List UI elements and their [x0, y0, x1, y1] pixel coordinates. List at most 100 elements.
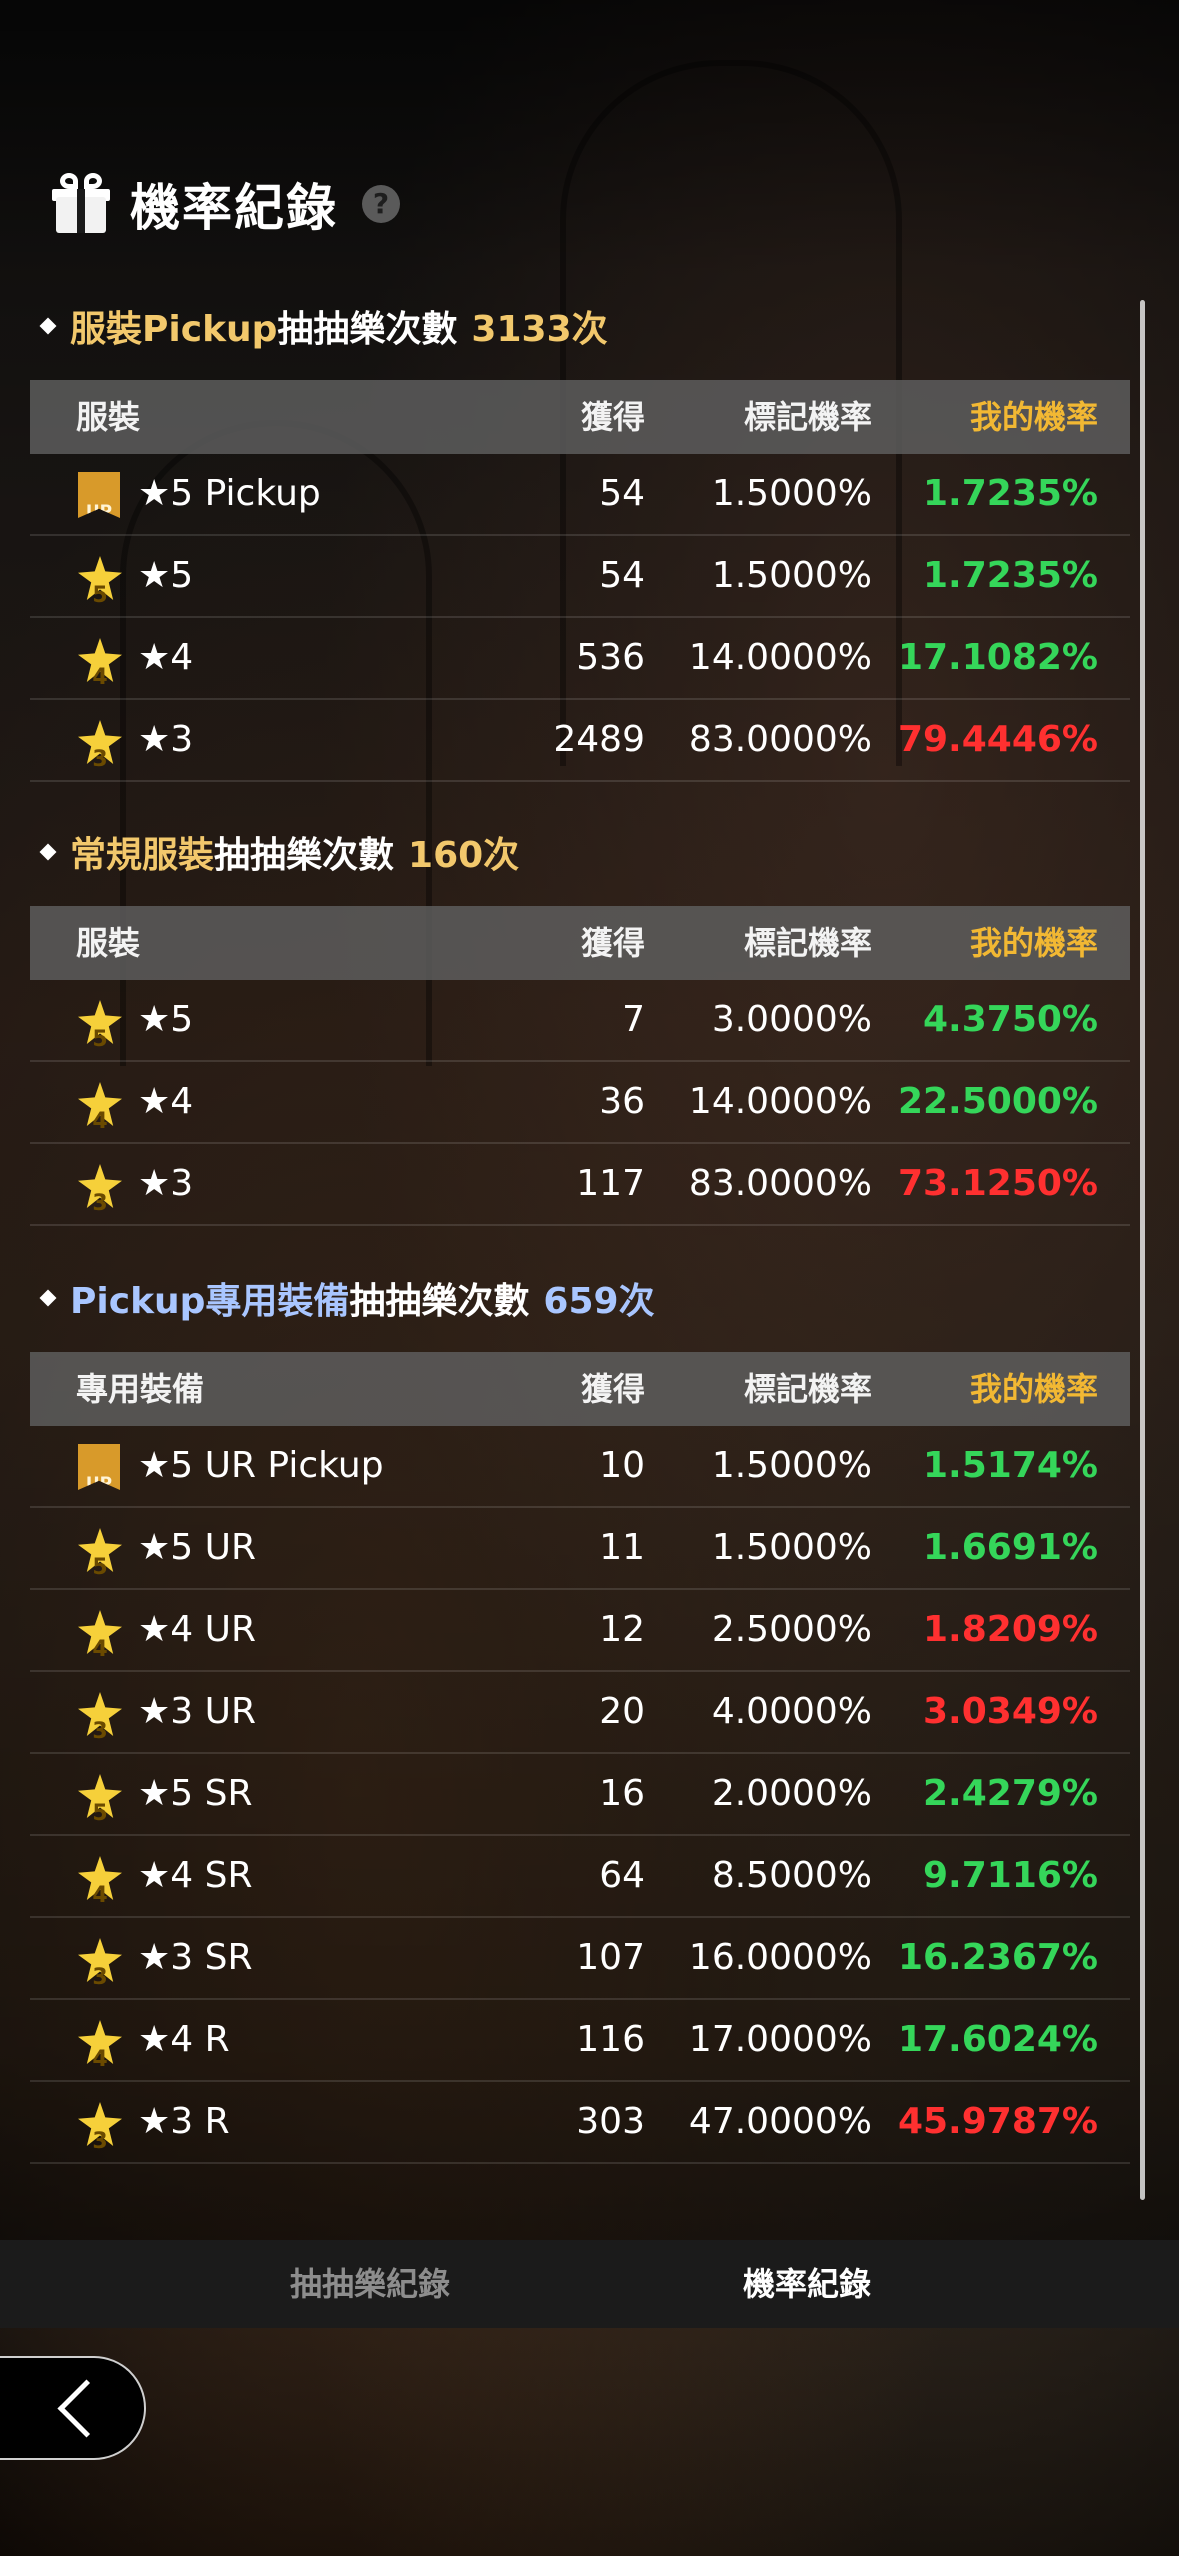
table-row: 4 ★4 R 116 17.0000% 17.6024% — [30, 2000, 1130, 2082]
probability-table: 服裝 獲得 標記機率 我的機率 UP ★5 Pickup 54 1.5000% 1.7235% 5… — [30, 380, 1130, 782]
page-header: 機率紀錄 ? — [50, 166, 400, 242]
my-rate-value: 1.5174% — [923, 1445, 1098, 1486]
my-rate-value: 1.8209% — [923, 1609, 1098, 1650]
section-title-highlight: 常規服裝 — [70, 835, 215, 876]
listed-rate-value: 2.0000% — [711, 1773, 872, 1814]
my-rate-value: 45.9787% — [897, 2101, 1098, 2142]
tab-probability-record[interactable]: 機率紀錄 — [743, 2240, 871, 2328]
column-header-obtained: 獲得 — [580, 924, 645, 962]
column-header-listed-rate: 標記機率 — [743, 924, 872, 962]
section-heading: 常規服裝 抽抽樂次數 160次 — [39, 826, 520, 878]
my-rate-value: 3.0349% — [923, 1691, 1098, 1732]
my-rate-value: 79.4446% — [897, 719, 1098, 760]
obtained-count: 536 — [576, 637, 645, 678]
help-icon[interactable]: ? — [362, 185, 400, 223]
scrollbar[interactable] — [1140, 300, 1145, 2200]
listed-rate-value: 1.5000% — [711, 1445, 872, 1486]
section-heading: 服裝Pickup 抽抽樂次數 3133次 — [39, 300, 608, 352]
listed-rate-value: 1.5000% — [711, 1527, 872, 1568]
star-rank-icon: 3 — [78, 1938, 122, 1990]
rarity-label: ★3 — [138, 1163, 194, 1204]
my-rate-value: 17.1082% — [897, 637, 1098, 678]
column-header-my-rate: 我的機率 — [969, 1370, 1098, 1408]
tab-gacha-history[interactable]: 抽抽樂紀錄 — [290, 2240, 450, 2328]
pull-count: 3133次 — [471, 309, 608, 350]
rarity-label: ★4 — [138, 1081, 194, 1122]
my-rate-value: 9.7116% — [923, 1855, 1098, 1896]
pull-count: 659次 — [543, 1281, 655, 1322]
table-row: 5 ★5 SR 16 2.0000% 2.4279% — [30, 1754, 1130, 1836]
star-rank-icon: 5 — [78, 1000, 122, 1052]
table-row: UP ★5 Pickup 54 1.5000% 1.7235% — [30, 454, 1130, 536]
star-rank-icon: 3 — [78, 1692, 122, 1744]
table-row: 3 ★3 SR 107 16.0000% 16.2367% — [30, 1918, 1130, 2000]
rarity-label: ★3 UR — [138, 1691, 256, 1732]
listed-rate-value: 1.5000% — [711, 555, 872, 596]
table-row: 4 ★4 UR 12 2.5000% 1.8209% — [30, 1590, 1130, 1672]
column-header-item: 專用裝備 — [76, 1370, 205, 1408]
obtained-count: 36 — [599, 1081, 645, 1122]
my-rate-value: 22.5000% — [897, 1081, 1098, 1122]
table-row: 3 ★3 2489 83.0000% 79.4446% — [30, 700, 1130, 782]
my-rate-value: 17.6024% — [897, 2019, 1098, 2060]
obtained-count: 303 — [576, 2101, 645, 2142]
rarity-label: ★5 — [138, 555, 194, 596]
table-header: 專用裝備 獲得 標記機率 我的機率 — [30, 1352, 1130, 1426]
my-rate-value: 73.1250% — [897, 1163, 1098, 1204]
rarity-label: ★5 UR Pickup — [138, 1445, 384, 1486]
chevron-left-icon — [57, 2379, 116, 2438]
obtained-count: 2489 — [553, 719, 645, 760]
listed-rate-value: 2.5000% — [711, 1609, 872, 1650]
listed-rate-value: 16.0000% — [688, 1937, 872, 1978]
section-title-highlight: Pickup專用裝備 — [70, 1281, 350, 1322]
section-title: 抽抽樂次數 — [349, 1281, 530, 1322]
star-rank-icon: 4 — [78, 1610, 122, 1662]
listed-rate-value: 14.0000% — [688, 637, 872, 678]
obtained-count: 116 — [576, 2019, 645, 2060]
table-row: 5 ★5 54 1.5000% 1.7235% — [30, 536, 1130, 618]
table-row: 5 ★5 UR 11 1.5000% 1.6691% — [30, 1508, 1130, 1590]
pickup-up-badge-icon: UP — [78, 1444, 122, 1490]
star-rank-icon: 3 — [78, 2102, 122, 2154]
obtained-count: 107 — [576, 1937, 645, 1978]
obtained-count: 16 — [599, 1773, 645, 1814]
column-header-listed-rate: 標記機率 — [743, 398, 872, 436]
star-rank-icon: 3 — [78, 1164, 122, 1216]
my-rate-value: 4.3750% — [923, 999, 1098, 1040]
obtained-count: 54 — [599, 555, 645, 596]
table-row: UP ★5 UR Pickup 10 1.5000% 1.5174% — [30, 1426, 1130, 1508]
listed-rate-value: 8.5000% — [711, 1855, 872, 1896]
pickup-up-badge-icon: UP — [78, 472, 122, 518]
table-row: 3 ★3 R 303 47.0000% 45.9787% — [30, 2082, 1130, 2164]
rarity-label: ★3 SR — [138, 1937, 253, 1978]
star-rank-icon: 5 — [78, 556, 122, 608]
diamond-bullet-icon — [39, 1289, 57, 1307]
obtained-count: 64 — [599, 1855, 645, 1896]
star-rank-icon: 3 — [78, 720, 122, 772]
rarity-label: ★4 — [138, 637, 194, 678]
star-rank-icon: 4 — [78, 1856, 122, 1908]
obtained-count: 117 — [576, 1163, 645, 1204]
section-title: 抽抽樂次數 — [214, 835, 395, 876]
column-header-item: 服裝 — [76, 398, 141, 436]
pull-count: 160次 — [408, 835, 520, 876]
listed-rate-value: 83.0000% — [688, 1163, 872, 1204]
my-rate-value: 1.7235% — [923, 473, 1098, 514]
rarity-label: ★5 — [138, 999, 194, 1040]
my-rate-value: 1.7235% — [923, 555, 1098, 596]
probability-table: 服裝 獲得 標記機率 我的機率 5 ★5 7 3.0000% 4.3750% 4 ★4 36 14.00… — [30, 906, 1130, 1226]
obtained-count: 12 — [599, 1609, 645, 1650]
listed-rate-value: 83.0000% — [688, 719, 872, 760]
listed-rate-value: 17.0000% — [688, 2019, 872, 2060]
star-rank-icon: 5 — [78, 1528, 122, 1580]
rarity-label: ★4 SR — [138, 1855, 253, 1896]
back-button[interactable] — [0, 2356, 146, 2460]
section-heading: Pickup專用裝備 抽抽樂次數 659次 — [39, 1272, 655, 1324]
obtained-count: 7 — [622, 999, 645, 1040]
page-title: 機率紀錄 — [130, 179, 338, 237]
star-rank-icon: 4 — [78, 1082, 122, 1134]
star-rank-icon: 4 — [78, 2020, 122, 2072]
obtained-count: 20 — [599, 1691, 645, 1732]
rarity-label: ★3 — [138, 719, 194, 760]
section-title: 抽抽樂次數 — [277, 309, 458, 350]
